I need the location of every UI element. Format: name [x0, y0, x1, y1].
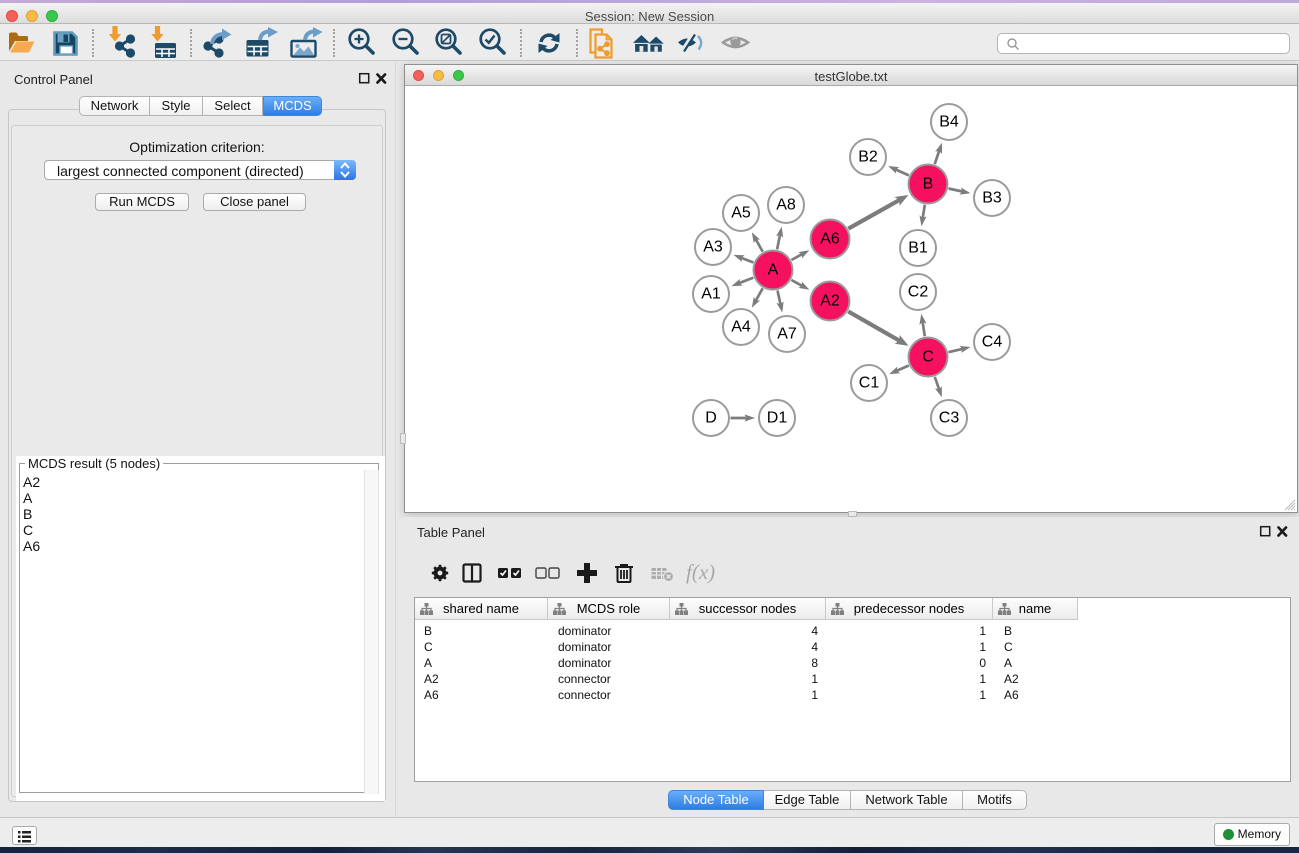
svg-text:A5: A5 — [731, 205, 751, 222]
svg-text:A1: A1 — [701, 286, 721, 303]
svg-text:A2: A2 — [820, 293, 840, 310]
svg-text:C4: C4 — [982, 334, 1003, 351]
svg-text:B: B — [923, 176, 934, 193]
svg-text:C1: C1 — [859, 375, 880, 392]
svg-text:A3: A3 — [703, 239, 723, 256]
svg-text:A6: A6 — [820, 231, 840, 248]
svg-text:C: C — [922, 349, 934, 366]
svg-text:D: D — [705, 410, 717, 427]
svg-text:C3: C3 — [939, 410, 960, 427]
svg-text:D1: D1 — [767, 410, 788, 427]
svg-text:A7: A7 — [777, 326, 797, 343]
svg-text:B1: B1 — [908, 240, 928, 257]
svg-text:C2: C2 — [908, 284, 929, 301]
svg-text:B4: B4 — [939, 114, 959, 131]
svg-text:A: A — [768, 262, 779, 279]
svg-text:B3: B3 — [982, 190, 1002, 207]
svg-text:A4: A4 — [731, 319, 751, 336]
svg-text:B2: B2 — [858, 149, 878, 166]
svg-text:A8: A8 — [776, 197, 796, 214]
